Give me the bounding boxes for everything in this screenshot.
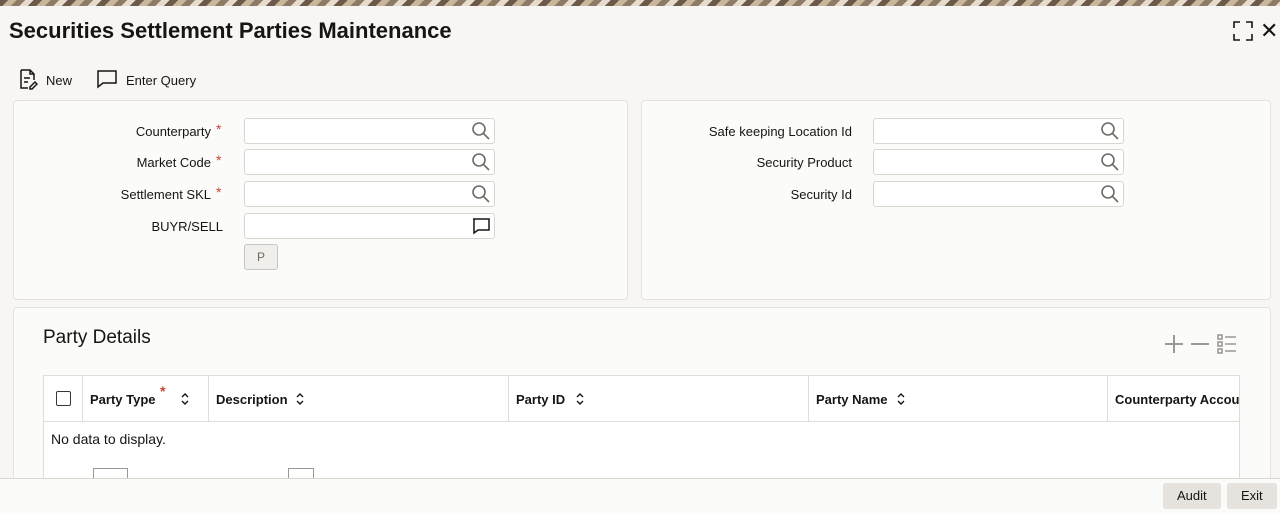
counterparty-label: Counterparty — [135, 124, 211, 139]
security-product-input[interactable] — [873, 149, 1124, 175]
new-button[interactable]: New — [18, 68, 72, 92]
enter-query-button[interactable]: Enter Query — [96, 68, 196, 92]
new-button-label: New — [46, 72, 73, 88]
search-icon[interactable] — [471, 184, 491, 204]
query-chat-icon — [96, 69, 118, 92]
column-label: Counterparty Account — [1115, 391, 1239, 407]
search-icon[interactable] — [1100, 121, 1120, 141]
column-header-counterparty-account[interactable]: Counterparty Account — [1108, 376, 1239, 422]
page-title: Securities Settlement Parties Maintenanc… — [9, 18, 452, 43]
security-id-label: Security Id — [790, 187, 852, 202]
table-header: Party Type * Description Party ID Party … — [44, 376, 1239, 422]
select-all-checkbox[interactable] — [56, 391, 71, 406]
required-indicator: * — [160, 383, 166, 399]
search-icon[interactable] — [471, 152, 491, 172]
settlement-skl-input[interactable] — [244, 181, 495, 207]
settlement-skl-label: Settlement SKL — [120, 187, 211, 202]
exit-button[interactable]: Exit — [1227, 483, 1277, 509]
safe-keeping-location-input[interactable] — [873, 118, 1124, 144]
search-icon[interactable] — [471, 121, 491, 141]
required-indicator: * — [216, 152, 222, 168]
party-details-title: Party Details — [43, 327, 151, 348]
column-label: Party Name — [816, 391, 888, 407]
enter-query-label: Enter Query — [126, 72, 197, 88]
add-row-icon[interactable] — [1162, 332, 1186, 356]
required-indicator: * — [216, 184, 222, 200]
new-document-icon — [18, 68, 39, 93]
buyr-sell-input[interactable] — [244, 213, 495, 239]
footer-bar — [0, 478, 1280, 514]
column-label: Description — [216, 391, 288, 407]
counterparty-input[interactable] — [244, 118, 495, 144]
column-label: Party Type — [90, 391, 156, 407]
comment-icon[interactable] — [471, 216, 491, 236]
safe-keeping-location-label: Safe keeping Location Id — [708, 124, 852, 139]
column-header-description[interactable]: Description — [209, 376, 509, 422]
select-all-cell — [44, 376, 83, 422]
column-label: Party ID — [516, 391, 566, 407]
sort-icon[interactable] — [295, 392, 305, 406]
audit-button[interactable]: Audit — [1163, 483, 1221, 509]
column-header-party-id[interactable]: Party ID — [509, 376, 809, 422]
close-icon[interactable]: ✕ — [1260, 20, 1278, 42]
market-code-label: Market Code — [136, 155, 211, 170]
sort-icon[interactable] — [180, 392, 190, 406]
market-code-input[interactable] — [244, 149, 495, 175]
single-view-list-icon[interactable] — [1215, 332, 1239, 356]
sort-icon[interactable] — [575, 392, 585, 406]
delete-row-icon[interactable] — [1188, 332, 1212, 356]
search-icon[interactable] — [1100, 184, 1120, 204]
required-indicator: * — [216, 121, 222, 137]
column-header-party-type[interactable]: Party Type * — [83, 376, 209, 422]
buyr-sell-label: BUYR/SELL — [151, 219, 223, 234]
empty-table-message: No data to display. — [51, 431, 166, 447]
sort-icon[interactable] — [896, 392, 906, 406]
search-icon[interactable] — [1100, 152, 1120, 172]
security-product-label: Security Product — [756, 155, 852, 170]
maximize-icon[interactable] — [1232, 20, 1254, 42]
column-header-party-name[interactable]: Party Name — [809, 376, 1108, 422]
security-id-input[interactable] — [873, 181, 1124, 207]
party-details-table: Party Type * Description Party ID Party … — [43, 375, 1240, 479]
p-button[interactable]: P — [244, 244, 278, 270]
